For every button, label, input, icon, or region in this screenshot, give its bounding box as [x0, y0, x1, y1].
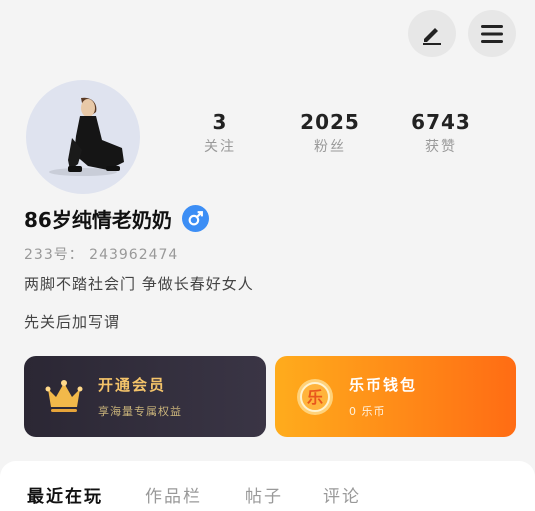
user-id: 233号： 243962474 [24, 247, 179, 263]
content-tabs: 最近在玩 作品栏 帖子 评论 [27, 482, 383, 507]
hamburger-menu-icon [481, 24, 503, 43]
user-avatar [49, 97, 124, 176]
crown-icon [45, 379, 83, 412]
nickname-row: 86岁纯情老奶奶 [24, 204, 209, 233]
stat-followers[interactable]: 2025 粉丝 [290, 110, 370, 156]
le-coin-icon: 乐 [297, 378, 333, 415]
edit-profile-button[interactable] [408, 10, 456, 57]
likes-label: 获赞 [425, 139, 457, 155]
following-count: 3 [212, 110, 228, 134]
male-symbol-icon [181, 205, 209, 232]
avatar[interactable] [26, 80, 140, 194]
tab-posts[interactable]: 帖子 [245, 482, 323, 507]
signature: 两脚不踏社会门 争做长春好女人 [24, 275, 254, 293]
vip-subtitle: 享海量专属权益 [98, 405, 182, 418]
tab-recent-played[interactable]: 最近在玩 [27, 482, 145, 507]
tab-comments[interactable]: 评论 [323, 482, 383, 507]
pencil-icon [423, 27, 441, 45]
followers-label: 粉丝 [314, 139, 346, 155]
signature-line-2: 先关后加写谓 [24, 313, 121, 331]
vip-title: 开通会员 [98, 376, 167, 394]
following-label: 关注 [204, 139, 236, 155]
tab-works[interactable]: 作品栏 [145, 482, 245, 507]
stat-following[interactable]: 3 关注 [180, 110, 260, 156]
wallet-balance: 0 乐币 [349, 405, 386, 418]
wallet-title: 乐币钱包 [349, 376, 418, 394]
stat-likes[interactable]: 6743 获赞 [401, 110, 481, 156]
menu-button[interactable] [468, 10, 516, 57]
vip-membership-card[interactable]: 开通会员 享海量专属权益 [24, 356, 266, 437]
likes-count: 6743 [411, 110, 471, 134]
nickname: 86岁纯情老奶奶 [24, 208, 172, 232]
coin-glyph: 乐 [307, 388, 323, 407]
followers-count: 2025 [300, 110, 360, 134]
wallet-card[interactable]: 乐 乐币钱包 0 乐币 [275, 356, 516, 437]
